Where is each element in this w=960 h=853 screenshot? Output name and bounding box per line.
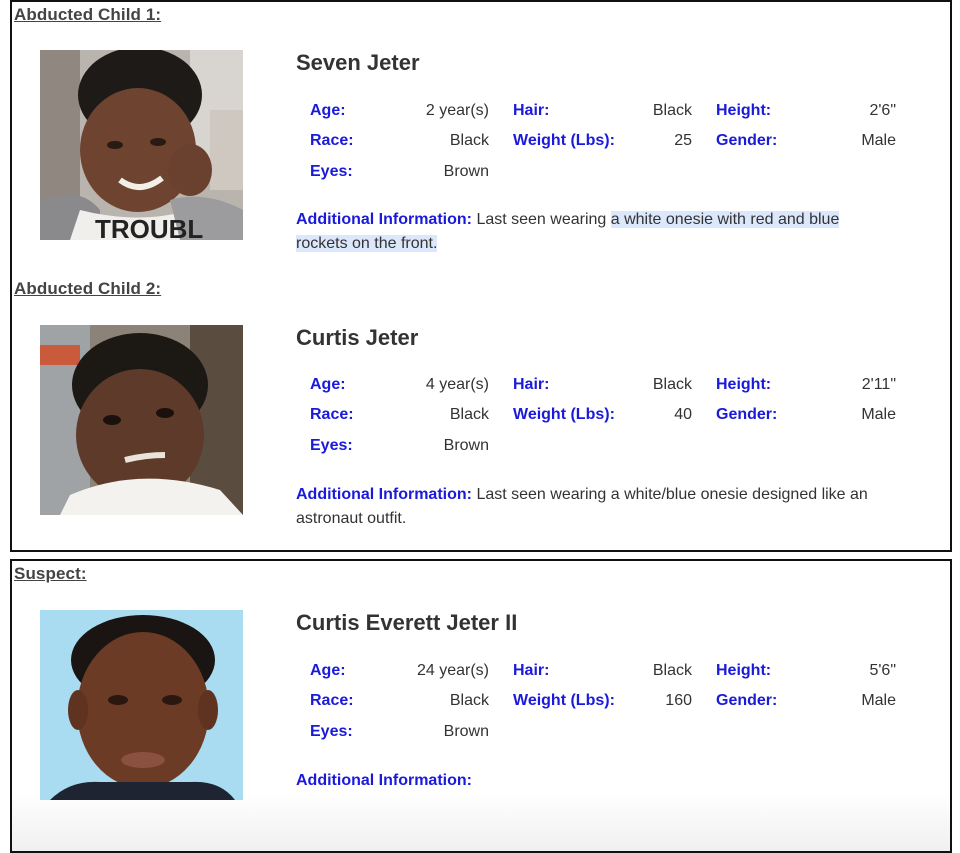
child1-additional-info-text: Last seen wearing	[476, 211, 611, 228]
svg-text:TROUBL: TROUBL	[95, 214, 203, 240]
height-label: Height:	[716, 662, 772, 679]
child1-row-1: Age: 2 year(s) Hair: Black Height: 2'6"	[296, 102, 896, 122]
child1-row-2: Race: Black Weight (Lbs): 25 Gender: Mal…	[296, 132, 896, 152]
suspect-photo-image	[40, 610, 243, 800]
child1-name: Seven Jeter	[296, 50, 420, 75]
suspect-weight-value: 160	[665, 692, 692, 709]
child2-heading: Abducted Child 2:	[14, 279, 162, 298]
suspect-name: Curtis Everett Jeter II	[296, 610, 518, 635]
child2-hair-value: Black	[652, 376, 692, 393]
additional-info-label: Additional Information:	[296, 211, 472, 228]
weight-label: Weight (Lbs):	[513, 692, 615, 709]
child1-additional-info: Additional Information: Last seen wearin…	[296, 208, 896, 256]
eyes-label: Eyes:	[310, 437, 353, 454]
suspect-eyes-value: Brown	[443, 723, 489, 740]
child1-height-value: 2'6"	[869, 102, 896, 119]
child2-row-2: Race: Black Weight (Lbs): 40 Gender: Mal…	[296, 406, 896, 426]
suspect-photo	[40, 610, 243, 800]
suspect-hair-value: Black	[652, 662, 692, 679]
hair-label: Hair:	[513, 376, 550, 393]
child1-row-3: Eyes: Brown	[296, 163, 896, 183]
child2-weight-value: 40	[674, 406, 692, 423]
child2-additional-info: Additional Information: Last seen wearin…	[296, 483, 896, 531]
child2-row-3: Eyes: Brown	[296, 437, 896, 457]
additional-info-label: Additional Information:	[296, 486, 472, 503]
child2-height-value: 2'11"	[861, 376, 896, 393]
suspect-row-3: Eyes: Brown	[296, 723, 896, 743]
child2-photo	[40, 325, 243, 515]
gender-label: Gender:	[716, 406, 778, 423]
child1-additional-info-selected-text-1[interactable]: a white onesie with red and blue	[610, 211, 840, 228]
child1-weight-value: 25	[674, 132, 692, 149]
child1-race-value: Black	[449, 132, 489, 149]
age-label: Age:	[310, 102, 346, 119]
child1-gender-value: Male	[861, 132, 896, 149]
child1-eyes-value: Brown	[443, 163, 489, 180]
suspect-age-value: 24 year(s)	[416, 662, 489, 679]
race-label: Race:	[310, 132, 354, 149]
child2-age-value: 4 year(s)	[425, 376, 489, 393]
eyes-label: Eyes:	[310, 723, 353, 740]
height-label: Height:	[716, 376, 772, 393]
suspect-additional-info: Additional Information:	[296, 769, 896, 793]
gender-label: Gender:	[716, 132, 778, 149]
abducted-children-section: Abducted Child 1: TROUBL Seven Jeter Age…	[10, 0, 952, 552]
weight-label: Weight (Lbs):	[513, 406, 615, 423]
suspect-race-value: Black	[449, 692, 489, 709]
child1-photo-image: TROUBL	[40, 50, 243, 240]
age-label: Age:	[310, 662, 346, 679]
suspect-row-2: Race: Black Weight (Lbs): 160 Gender: Ma…	[296, 692, 896, 712]
child2-gender-value: Male	[861, 406, 896, 423]
hair-label: Hair:	[513, 102, 550, 119]
suspect-gender-value: Male	[861, 692, 896, 709]
hair-label: Hair:	[513, 662, 550, 679]
suspect-heading: Suspect:	[14, 564, 87, 583]
suspect-section: Suspect: Curtis Everett Jeter II Age: 24…	[10, 559, 952, 853]
age-label: Age:	[310, 376, 346, 393]
child2-name: Curtis Jeter	[296, 325, 419, 350]
gender-label: Gender:	[716, 692, 778, 709]
race-label: Race:	[310, 406, 354, 423]
child2-race-value: Black	[449, 406, 489, 423]
child2-row-1: Age: 4 year(s) Hair: Black Height: 2'11"	[296, 376, 896, 396]
eyes-label: Eyes:	[310, 163, 353, 180]
child1-hair-value: Black	[652, 102, 692, 119]
child1-photo: TROUBL	[40, 50, 243, 240]
child2-eyes-value: Brown	[443, 437, 489, 454]
height-label: Height:	[716, 102, 772, 119]
race-label: Race:	[310, 692, 354, 709]
child1-age-value: 2 year(s)	[425, 102, 489, 119]
additional-info-label: Additional Information:	[296, 772, 472, 789]
weight-label: Weight (Lbs):	[513, 132, 615, 149]
suspect-height-value: 5'6"	[869, 662, 896, 679]
child1-additional-info-selected-text-2[interactable]: rockets on the front.	[296, 235, 438, 252]
child1-heading: Abducted Child 1:	[14, 5, 162, 24]
suspect-row-1: Age: 24 year(s) Hair: Black Height: 5'6"	[296, 662, 896, 682]
child2-photo-image	[40, 325, 243, 515]
